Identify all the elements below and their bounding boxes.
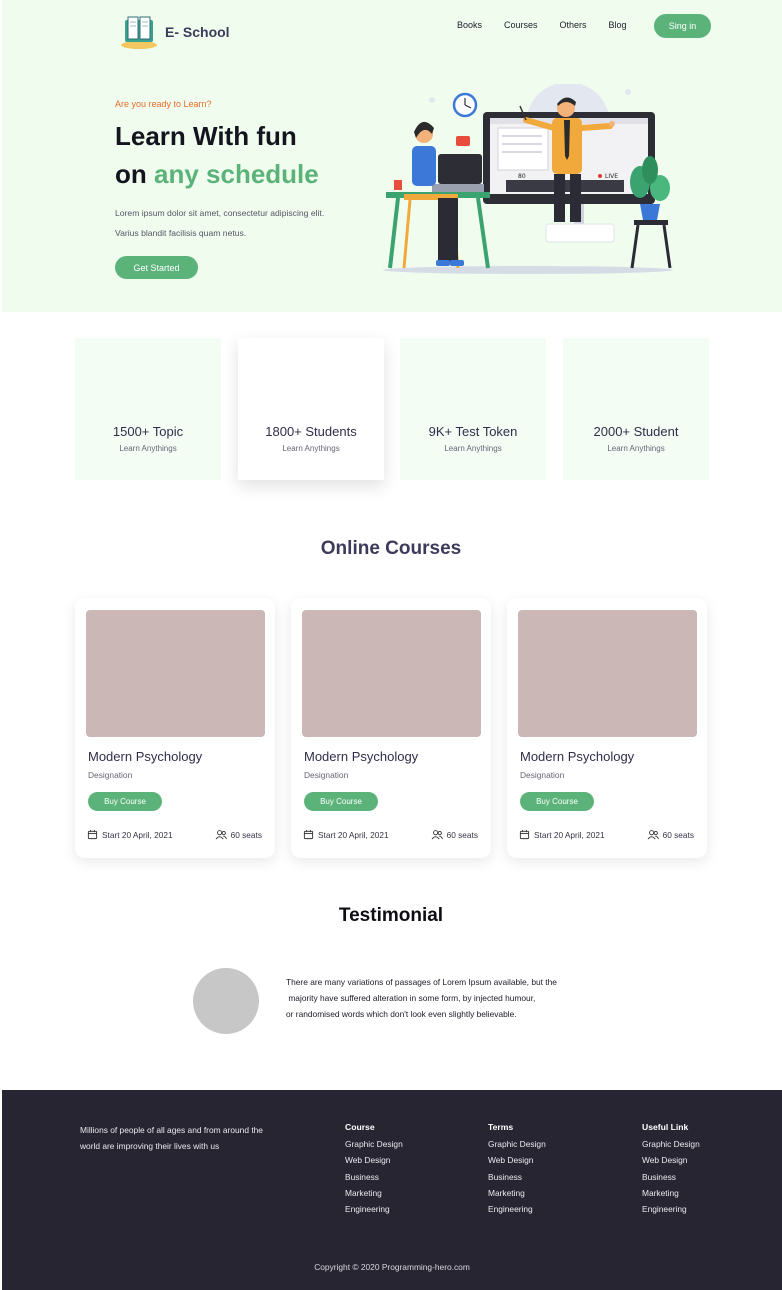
footer-link[interactable]: Graphic Design — [642, 1136, 700, 1152]
stat-label: Learn Anythings — [119, 444, 177, 453]
footer-link[interactable]: Engineering — [345, 1201, 403, 1217]
nav-item-courses[interactable]: Courses — [504, 20, 538, 30]
screen-live-label: LIVE — [605, 173, 618, 180]
footer-link[interactable]: Graphic Design — [488, 1136, 546, 1152]
stat-card: 2000+ Student Learn Anythings — [563, 338, 709, 480]
course-card[interactable]: Modern Psychology Designation Buy Course… — [291, 598, 491, 858]
buy-course-button[interactable]: Buy Course — [304, 792, 378, 811]
stat-label: Learn Anythings — [607, 444, 665, 453]
course-card[interactable]: Modern Psychology Designation Buy Course… — [75, 598, 275, 858]
calendar-icon — [519, 829, 530, 840]
hero-description: Lorem ipsum dolor sit amet, consectetur … — [115, 208, 325, 238]
stat-label: Learn Anythings — [444, 444, 502, 453]
course-start-text: Start 20 April, 2021 — [102, 829, 173, 840]
nav-item-others[interactable]: Others — [560, 20, 587, 30]
course-image — [518, 610, 697, 737]
course-seats: 60 seats — [215, 829, 262, 840]
footer-link[interactable]: Web Design — [345, 1152, 403, 1168]
online-teaching-illustration: 80 LIVE — [383, 84, 673, 274]
stat-card: 1800+ Students Learn Anythings — [238, 338, 384, 480]
testimonial-line: or randomised words which don't look eve… — [286, 1009, 517, 1019]
calendar-icon — [87, 829, 98, 840]
courses-section-title: Online Courses — [320, 538, 462, 559]
testimonial-line: majority have suffered alteration in som… — [286, 993, 536, 1003]
buy-course-button[interactable]: Buy Course — [520, 792, 594, 811]
footer-link[interactable]: Marketing — [345, 1185, 403, 1201]
course-start-date: Start 20 April, 2021 — [519, 829, 605, 840]
screen-viewers-count: 80 — [518, 173, 526, 180]
course-designation: Designation — [520, 770, 565, 780]
course-seats-text: 60 seats — [446, 829, 478, 840]
course-seats-text: 60 seats — [230, 829, 262, 840]
footer: Millions of people of all ages and from … — [2, 1090, 782, 1290]
calendar-icon — [303, 829, 314, 840]
footer-column-course: Course Graphic Design Web Design Busines… — [345, 1122, 403, 1217]
testimonial-section-title: Testimonial — [338, 905, 444, 926]
course-designation: Designation — [88, 770, 133, 780]
avatar — [193, 968, 259, 1034]
footer-column-heading: Useful Link — [642, 1122, 689, 1132]
users-icon — [647, 830, 659, 840]
footer-link[interactable]: Business — [488, 1169, 546, 1185]
footer-link[interactable]: Web Design — [488, 1152, 546, 1168]
signin-button[interactable]: Sing in — [654, 14, 711, 38]
book-logo-icon — [121, 16, 157, 49]
footer-column-terms: Terms Graphic Design Web Design Business… — [488, 1122, 546, 1217]
stat-value: 2000+ Student — [593, 424, 679, 439]
hero-title-prefix: on — [115, 159, 154, 189]
course-title: Modern Psychology — [520, 749, 635, 764]
hero-title-line1: Learn With fun — [115, 121, 297, 151]
hero-section: E- School Books Courses Others Blog Sing… — [2, 0, 782, 312]
course-image — [302, 610, 481, 737]
footer-column-heading: Terms — [488, 1122, 514, 1132]
course-seats: 60 seats — [647, 829, 694, 840]
buy-course-button[interactable]: Buy Course — [88, 792, 162, 811]
course-seats-text: 60 seats — [662, 829, 694, 840]
course-designation: Designation — [304, 770, 349, 780]
course-start-text: Start 20 April, 2021 — [318, 829, 389, 840]
hero-eyebrow: Are you ready to Learn? — [115, 99, 212, 109]
brand-logo[interactable]: E- School — [119, 14, 230, 50]
footer-link[interactable]: Business — [345, 1169, 403, 1185]
users-icon — [215, 830, 227, 840]
get-started-button[interactable]: Get Started — [115, 256, 198, 279]
stat-value: 9K+ Test Token — [428, 424, 518, 439]
brand-name: E- School — [165, 24, 230, 40]
hero-title-accent: any schedule — [154, 159, 319, 189]
footer-link[interactable]: Engineering — [488, 1201, 546, 1217]
footer-column-heading: Course — [345, 1122, 375, 1132]
course-card[interactable]: Modern Psychology Designation Buy Course… — [507, 598, 707, 858]
footer-about-text: Millions of people of all ages and from … — [80, 1125, 263, 1151]
course-start-text: Start 20 April, 2021 — [534, 829, 605, 840]
course-seats: 60 seats — [431, 829, 478, 840]
hero-title: Learn With fun on any schedule — [115, 117, 319, 193]
course-start-date: Start 20 April, 2021 — [87, 829, 173, 840]
testimonial-line: There are many variations of passages of… — [286, 977, 557, 987]
main-nav: Books Courses Others Blog — [457, 20, 649, 30]
footer-link[interactable]: Marketing — [488, 1185, 546, 1201]
stat-card: 9K+ Test Token Learn Anythings — [400, 338, 546, 480]
course-start-date: Start 20 April, 2021 — [303, 829, 389, 840]
nav-item-books[interactable]: Books — [457, 20, 482, 30]
stat-card: 1500+ Topic Learn Anythings — [75, 338, 221, 480]
footer-column-useful-link: Useful Link Graphic Design Web Design Bu… — [642, 1122, 700, 1217]
footer-link[interactable]: Web Design — [642, 1152, 700, 1168]
stat-label: Learn Anythings — [282, 444, 340, 453]
testimonial-quote: There are many variations of passages of… — [286, 974, 616, 1022]
course-image — [86, 610, 265, 737]
course-title: Modern Psychology — [304, 749, 419, 764]
footer-link[interactable]: Engineering — [642, 1201, 700, 1217]
footer-link[interactable]: Marketing — [642, 1185, 700, 1201]
copyright-text: Copyright © 2020 Programming-hero.com — [314, 1262, 470, 1272]
footer-link[interactable]: Business — [642, 1169, 700, 1185]
course-title: Modern Psychology — [88, 749, 203, 764]
nav-item-blog[interactable]: Blog — [609, 20, 627, 30]
stat-value: 1500+ Topic — [112, 424, 184, 439]
users-icon — [431, 830, 443, 840]
footer-link[interactable]: Graphic Design — [345, 1136, 403, 1152]
stat-value: 1800+ Students — [265, 424, 357, 439]
